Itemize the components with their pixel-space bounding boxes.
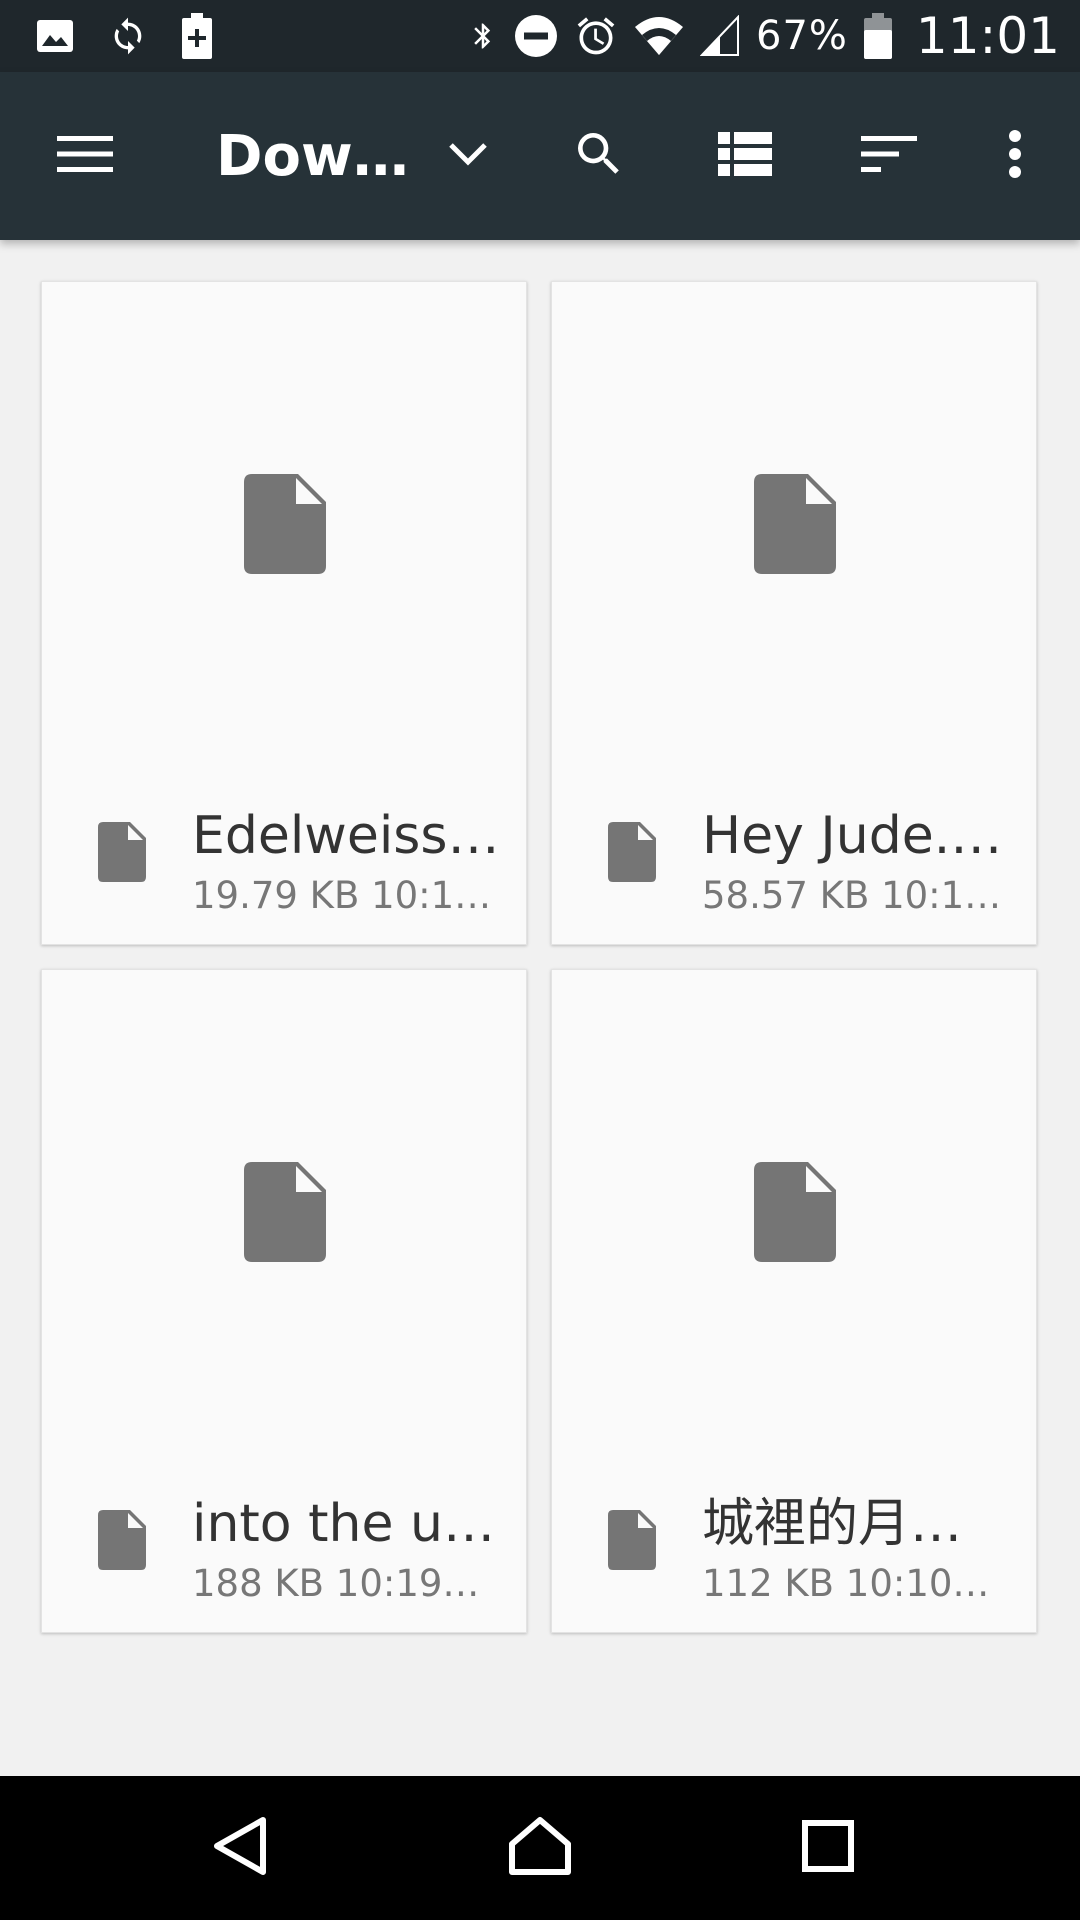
file-name: into the un…	[192, 1494, 504, 1554]
file-card[interactable]: Hey Jude.… 58.57 KB 10:1…	[551, 281, 1037, 945]
file-meta: 188 KB 10:19…	[192, 1562, 480, 1605]
file-type-icon	[98, 822, 146, 886]
home-icon	[508, 1816, 572, 1880]
view-mode-button[interactable]	[700, 72, 790, 240]
bluetooth-icon	[468, 14, 498, 58]
file-card[interactable]: Edelweiss… 19.79 KB 10:1…	[41, 281, 527, 945]
file-meta: 19.79 KB 10:1…	[192, 874, 492, 917]
recents-icon	[802, 1820, 854, 1876]
file-grid: Edelweiss… 19.79 KB 10:1… Hey Jude.… 58.…	[0, 240, 1080, 1776]
back-button[interactable]	[160, 1776, 320, 1920]
status-bar: 67% 11:01	[0, 0, 1080, 72]
toolbar: Dow…	[0, 72, 1080, 240]
file-thumbnail-icon	[754, 474, 836, 578]
folder-title[interactable]: Dow…	[216, 72, 409, 240]
home-button[interactable]	[460, 1776, 620, 1920]
search-icon	[571, 126, 627, 186]
file-name: Hey Jude.…	[702, 806, 1003, 866]
signal-icon	[700, 15, 740, 57]
menu-button[interactable]	[40, 72, 130, 240]
more-options-button[interactable]	[980, 72, 1050, 240]
sync-icon	[108, 16, 148, 56]
more-vert-icon	[1008, 129, 1022, 183]
file-thumbnail-icon	[244, 474, 326, 578]
file-name: Edelweiss…	[192, 806, 500, 866]
folder-dropdown-button[interactable]	[428, 72, 508, 240]
alarm-icon	[574, 14, 618, 58]
file-thumbnail-icon	[244, 1162, 326, 1266]
back-icon	[212, 1816, 268, 1880]
file-type-icon	[608, 822, 656, 886]
search-button[interactable]	[554, 72, 644, 240]
menu-icon	[57, 134, 113, 178]
sort-button[interactable]	[844, 72, 934, 240]
chevron-down-icon	[448, 141, 488, 171]
wifi-icon	[634, 15, 684, 57]
do-not-disturb-icon	[514, 14, 558, 58]
file-meta: 112 KB 10:10…	[702, 1562, 990, 1605]
file-name: 城裡的月…	[702, 1494, 963, 1554]
sort-icon	[861, 134, 917, 178]
file-type-icon	[98, 1510, 146, 1574]
file-thumbnail-icon	[754, 1162, 836, 1266]
battery-saver-icon	[182, 13, 212, 59]
file-type-icon	[608, 1510, 656, 1574]
clock: 11:01	[915, 7, 1060, 65]
battery-percent: 67%	[756, 13, 848, 59]
file-card[interactable]: 城裡的月… 112 KB 10:10…	[551, 969, 1037, 1633]
list-view-icon	[718, 132, 772, 180]
image-icon	[36, 19, 74, 53]
file-meta: 58.57 KB 10:1…	[702, 874, 1002, 917]
file-card[interactable]: into the un… 188 KB 10:19…	[41, 969, 527, 1633]
battery-icon	[863, 13, 892, 59]
navigation-bar	[0, 1776, 1080, 1920]
recents-button[interactable]	[748, 1776, 908, 1920]
